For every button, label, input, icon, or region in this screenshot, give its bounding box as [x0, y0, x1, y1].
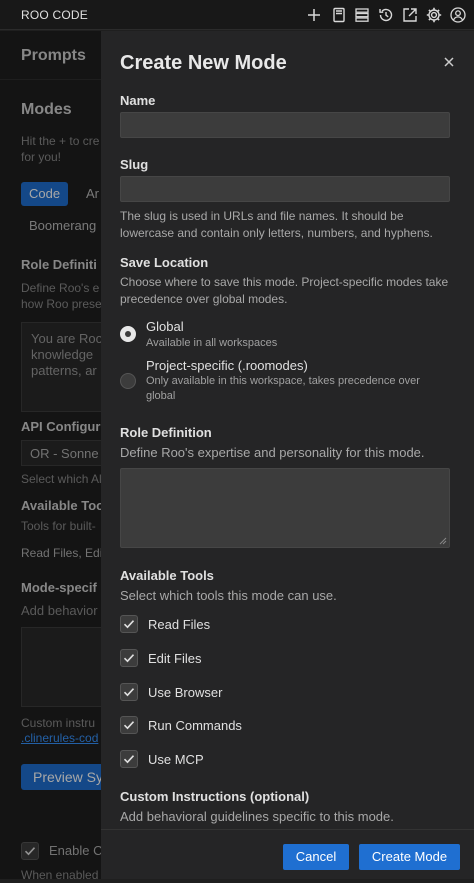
radio-project-specific[interactable] — [120, 373, 136, 389]
resize-handle-icon[interactable] — [439, 537, 447, 545]
name-input[interactable] — [120, 112, 450, 138]
checkbox-use-browser-label: Use Browser — [148, 685, 223, 700]
role-definition-textarea[interactable] — [120, 468, 450, 548]
history-icon[interactable] — [377, 6, 395, 24]
radio-global-label: Global — [146, 319, 184, 334]
radio-global-desc: Available in all workspaces — [146, 337, 278, 349]
checkbox-use-mcp-label: Use MCP — [148, 752, 204, 767]
slug-input[interactable] — [120, 176, 450, 202]
radio-global[interactable] — [120, 326, 136, 342]
checkbox-edit-files[interactable] — [120, 649, 138, 667]
checkbox-run-commands[interactable] — [120, 716, 138, 734]
checkbox-run-commands-label: Run Commands — [148, 718, 242, 733]
available-tools-desc: Select which tools this mode can use. — [120, 588, 337, 603]
cancel-button[interactable]: Cancel — [283, 844, 349, 870]
radio-project-desc: Only available in this workspace, takes … — [146, 375, 420, 402]
app-title: ROO CODE — [21, 8, 88, 22]
checkbox-use-mcp[interactable] — [120, 750, 138, 768]
role-definition-label: Role Definition — [120, 425, 212, 440]
role-definition-desc: Define Roo's expertise and personality f… — [120, 445, 425, 460]
custom-instructions-desc: Add behavioral guidelines specific to th… — [120, 809, 394, 824]
save-location-label: Save Location — [120, 255, 209, 270]
name-label: Name — [120, 93, 156, 108]
checkbox-read-files-label: Read Files — [148, 617, 211, 632]
create-mode-button[interactable]: Create Mode — [359, 844, 460, 870]
save-location-desc: Choose where to save this mode. Project-… — [120, 275, 449, 306]
title-bar: ROO CODE — [0, 0, 474, 30]
radio-project-label: Project-specific (.roomodes) — [146, 358, 308, 373]
close-icon[interactable] — [441, 54, 457, 70]
popout-icon[interactable] — [401, 6, 419, 24]
gear-icon[interactable] — [425, 6, 443, 24]
prompts-icon[interactable] — [330, 6, 348, 24]
account-icon[interactable] — [449, 6, 467, 24]
checkbox-use-browser[interactable] — [120, 683, 138, 701]
checkbox-edit-files-label: Edit Files — [148, 651, 202, 666]
available-tools-label: Available Tools — [120, 568, 214, 583]
dialog-title: Create New Mode — [120, 52, 287, 74]
plus-icon[interactable] — [305, 6, 323, 24]
checkbox-read-files[interactable] — [120, 615, 138, 633]
slug-label: Slug — [120, 157, 149, 172]
custom-instructions-label: Custom Instructions (optional) — [120, 789, 310, 804]
create-mode-dialog: Create New Mode Name Slug The slug is us… — [101, 31, 474, 879]
servers-icon[interactable] — [353, 6, 371, 24]
slug-help: The slug is used in URLs and file names.… — [120, 209, 433, 240]
